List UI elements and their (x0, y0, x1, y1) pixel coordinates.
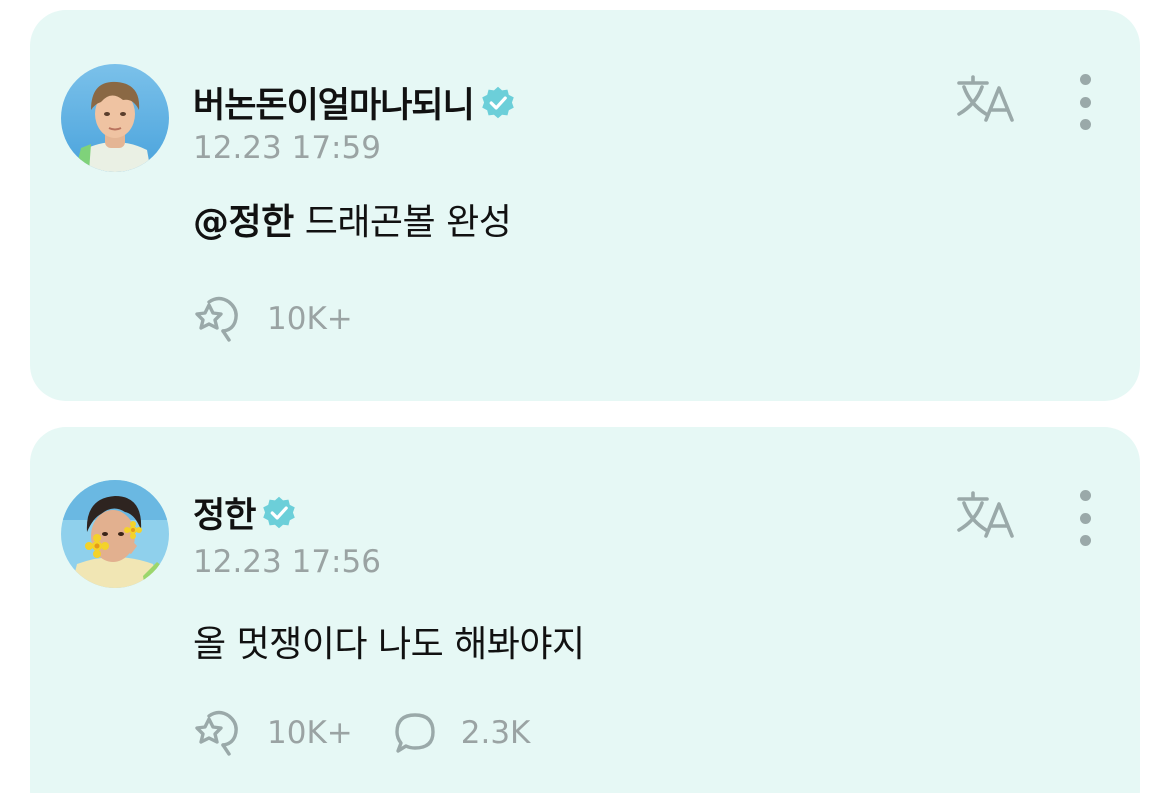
comment-count: 2.3K (460, 715, 531, 751)
post-timestamp: 12.23 17:59 (193, 130, 381, 166)
author-row: 정한 (193, 487, 297, 538)
post-stats: 10K+ 2.3K (193, 710, 570, 756)
cheer-icon (195, 296, 238, 342)
more-options-icon[interactable] (1074, 74, 1096, 130)
cheer-button[interactable]: 10K+ (193, 710, 353, 756)
post-body: @정한 드래곤볼 완성 (193, 193, 512, 245)
more-options-icon[interactable] (1074, 490, 1096, 546)
avatar[interactable] (61, 480, 169, 588)
cheer-icon (195, 710, 238, 756)
post-body: 올 멋쟁이다 나도 해봐야지 (193, 624, 585, 665)
cheer-count: 10K+ (267, 715, 353, 751)
translate-icon[interactable] (956, 74, 1018, 124)
translate-icon[interactable] (956, 490, 1018, 540)
post-timestamp: 12.23 17:56 (193, 544, 381, 580)
cheer-count: 10K+ (267, 301, 353, 337)
post-text: 드래곤볼 완성 (293, 202, 512, 243)
post-card[interactable]: 정한 12.23 17:56 올 멋쟁이다 나도 해봐야지 10K+ 2.3K (30, 427, 1140, 793)
comment-icon (395, 713, 435, 753)
author-row: 버논돈이얼마나되니 (193, 77, 516, 128)
verified-badge-icon (482, 86, 514, 118)
post-stats: 10K+ (193, 296, 393, 342)
post-card[interactable]: 버논돈이얼마나되니 12.23 17:59 @정한 드래곤볼 완성 10K+ (30, 10, 1140, 401)
author-name[interactable]: 정한 (193, 487, 256, 538)
cheer-button[interactable]: 10K+ (193, 296, 353, 342)
mention-link[interactable]: @정한 (193, 202, 294, 243)
comment-button[interactable]: 2.3K (393, 711, 531, 755)
verified-badge-icon (263, 496, 296, 528)
post-feed: 버논돈이얼마나되니 12.23 17:59 @정한 드래곤볼 완성 10K+ 정… (0, 0, 1170, 793)
avatar[interactable] (61, 64, 169, 172)
author-name[interactable]: 버논돈이얼마나되니 (193, 77, 475, 128)
